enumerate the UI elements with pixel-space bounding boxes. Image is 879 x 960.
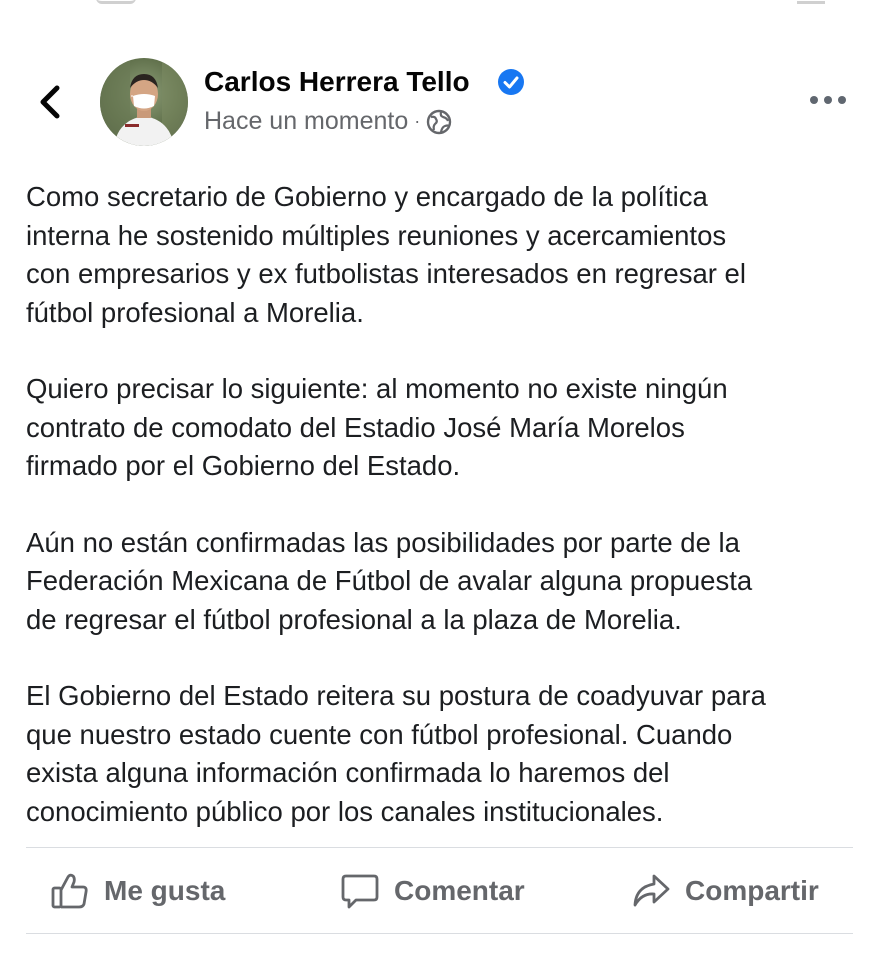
status-bar-remnant bbox=[96, 0, 136, 4]
avatar-photo bbox=[100, 58, 188, 146]
more-options-button[interactable] bbox=[806, 82, 850, 118]
post-paragraph: Aún no están confirmadas las posibilidad… bbox=[26, 526, 753, 635]
comment-label: Comentar bbox=[394, 874, 525, 906]
status-bar-remnant bbox=[797, 0, 825, 4]
share-arrow-icon bbox=[633, 874, 670, 906]
post-page: Carlos Herrera Tello Hace un momento · C bbox=[0, 0, 879, 960]
post-timestamp[interactable]: Hace un momento bbox=[204, 107, 408, 136]
post-actions-bar: Me gusta Comentar Compartir bbox=[26, 848, 853, 933]
like-label: Me gusta bbox=[104, 874, 226, 906]
meta-separator: · bbox=[414, 111, 421, 131]
back-button[interactable] bbox=[30, 80, 70, 124]
verified-badge-icon bbox=[498, 69, 524, 95]
thumbs-up-icon bbox=[51, 873, 88, 908]
chevron-left-icon bbox=[40, 85, 60, 119]
comment-button[interactable]: Comentar bbox=[340, 848, 525, 933]
actions-divider-bottom bbox=[26, 933, 853, 934]
post-paragraph: El Gobierno del Estado reitera su postur… bbox=[26, 680, 766, 827]
comment-bubble-icon bbox=[341, 874, 379, 908]
post-body: Como secretario de Gobierno y encargado … bbox=[26, 178, 861, 831]
author-avatar[interactable] bbox=[100, 58, 188, 146]
more-horizontal-icon bbox=[810, 96, 846, 104]
post-header: Carlos Herrera Tello Hace un momento · bbox=[0, 52, 879, 152]
share-button[interactable]: Compartir bbox=[631, 848, 819, 933]
post-paragraph: Como secretario de Gobierno y encargado … bbox=[26, 181, 746, 328]
post-paragraph: Quiero precisar lo siguiente: al momento… bbox=[26, 373, 728, 481]
share-label: Compartir bbox=[685, 874, 819, 906]
post-meta: Hace un momento · bbox=[204, 107, 452, 136]
like-button[interactable]: Me gusta bbox=[50, 848, 225, 933]
author-name[interactable]: Carlos Herrera Tello bbox=[204, 66, 470, 98]
globe-icon[interactable] bbox=[426, 109, 452, 135]
